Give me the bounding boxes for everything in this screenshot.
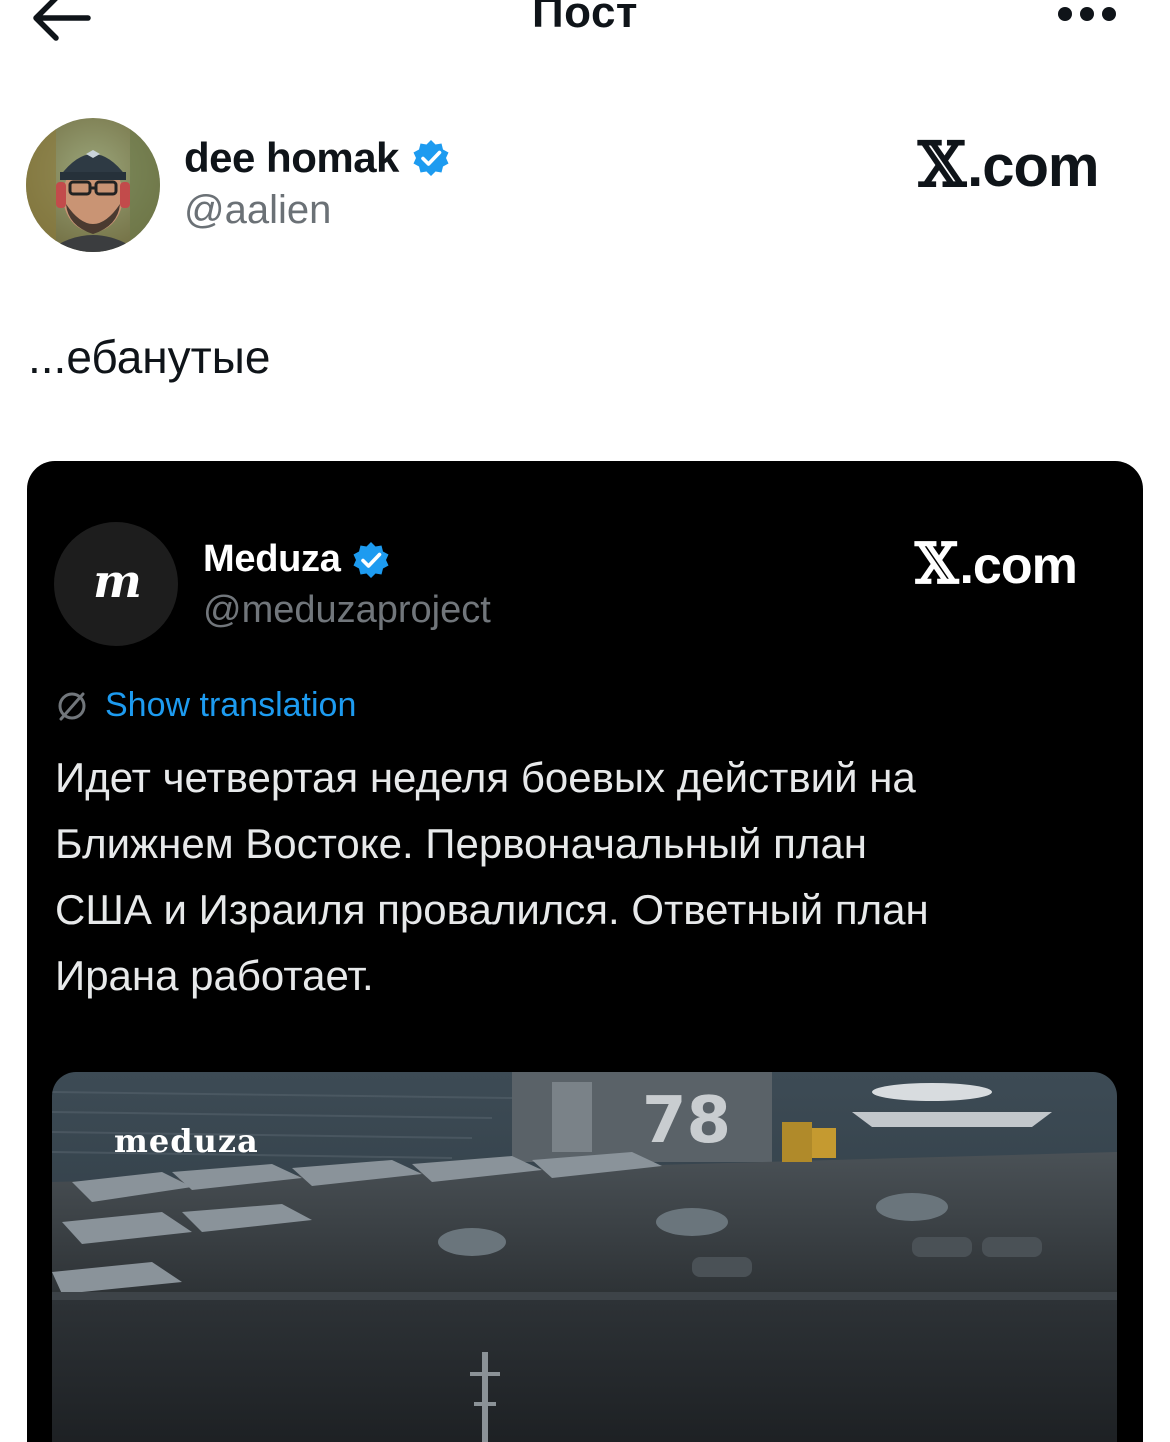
meduza-logo: meduza (114, 1122, 259, 1160)
embedded-x-com-watermark: 𝕏. com (915, 531, 1078, 597)
show-translation-link[interactable]: Show translation (105, 686, 356, 725)
show-translation-row[interactable]: Show translation (55, 686, 356, 725)
embedded-post-card[interactable]: m Meduza @meduzaproject 𝕏. com Show trans… (27, 461, 1143, 1442)
x-logo-icon: 𝕏 (918, 128, 966, 201)
embedded-media-image[interactable]: 78 meduza (52, 1072, 1117, 1442)
embedded-avatar[interactable]: m (54, 522, 178, 646)
more-options-button[interactable] (1052, 2, 1122, 26)
x-com-suffix: com (982, 134, 1099, 199)
x-com-text: . (959, 537, 973, 595)
top-bar: Пост (0, 0, 1170, 60)
embedded-text-line: Идет четвертая неделя боевых действий на (55, 754, 916, 801)
author-avatar[interactable] (26, 118, 160, 252)
post-text: ...ебанутые (28, 331, 271, 383)
page-title: Пост (532, 0, 638, 37)
verified-badge-icon (413, 140, 449, 176)
embedded-post-text: Идет четвертая неделя боевых действий на… (55, 745, 1115, 1009)
embedded-author-handle[interactable]: @meduzaproject (203, 589, 491, 632)
x-logo-icon: 𝕏 (915, 531, 958, 597)
embedded-name-row[interactable]: Meduza (203, 538, 391, 581)
embedded-avatar-letter: m (93, 554, 142, 608)
verified-badge-icon (353, 541, 389, 578)
svg-text:78: 78 (642, 1084, 731, 1158)
translate-globe-icon (58, 692, 86, 720)
author-name-row[interactable]: dee homak (184, 134, 451, 182)
post-page: Пост dee homak @aalien 𝕏 . com ...ебанут… (0, 0, 1170, 1442)
x-com-text: . (967, 134, 983, 199)
more-dots-icon (1058, 7, 1116, 21)
embedded-text-line: Ближнем Востоке. Первоначальный план (55, 820, 867, 867)
embedded-text-line: Ирана работает. (55, 952, 374, 999)
embedded-x-com-suffix: com (972, 537, 1078, 595)
author-name[interactable]: dee homak (184, 134, 399, 182)
embedded-text-line: США и Израиля провалился. Ответный план (55, 886, 929, 933)
embedded-author-name[interactable]: Meduza (203, 538, 341, 581)
x-com-watermark: 𝕏. com (918, 128, 1100, 201)
author-handle[interactable]: @aalien (184, 188, 331, 233)
